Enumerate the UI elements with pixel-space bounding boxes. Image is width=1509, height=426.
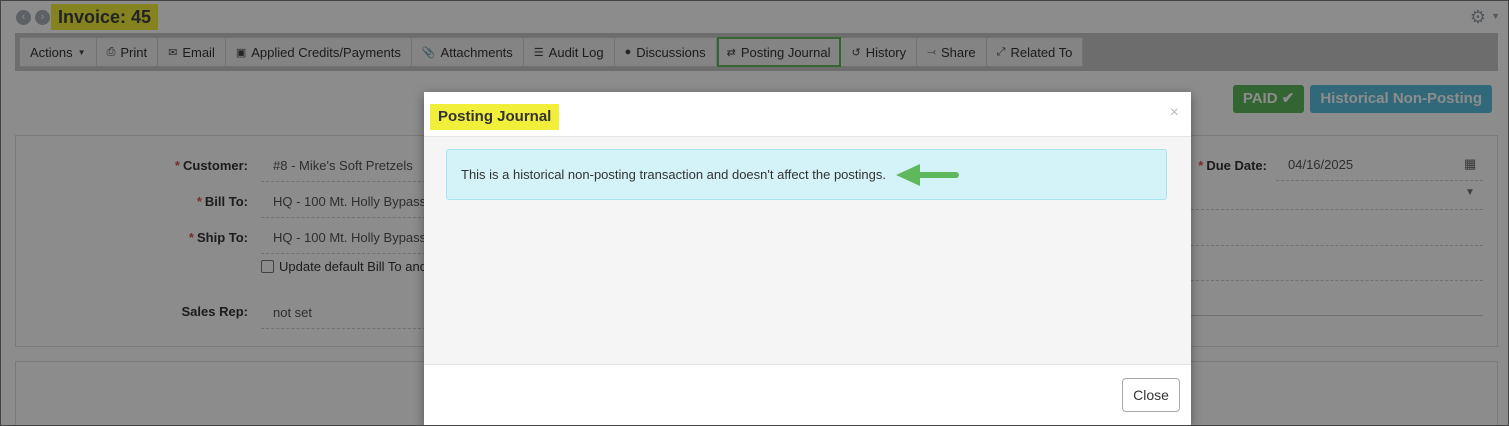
modal-title-highlight: Posting Journal [430, 104, 560, 130]
modal-header: Posting Journal × [424, 92, 1191, 137]
modal-body: This is a historical non-posting transac… [424, 137, 1191, 365]
modal-footer: Close [424, 365, 1191, 425]
alert-message: This is a historical non-posting transac… [461, 167, 886, 182]
arrow-left-icon [896, 163, 959, 186]
invoice-window: ‹ › Invoice: 45 ⚙ ▼ Actions ▼ ⎙ Print ✉ … [0, 0, 1509, 426]
close-icon[interactable]: × [1170, 104, 1179, 122]
info-alert: This is a historical non-posting transac… [446, 149, 1167, 200]
close-button[interactable]: Close [1122, 378, 1180, 412]
posting-journal-modal: Posting Journal × This is a historical n… [424, 92, 1191, 425]
modal-title: Posting Journal [438, 108, 552, 125]
